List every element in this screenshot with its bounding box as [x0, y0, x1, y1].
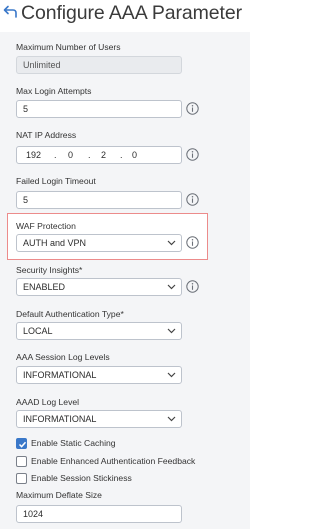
default-auth-select[interactable]: LOCAL	[16, 322, 182, 340]
default-auth-label: Default Authentication Type*	[16, 309, 124, 319]
ip-octet-4[interactable]: 0	[132, 147, 137, 163]
ip-octet-1[interactable]: 192	[26, 147, 41, 163]
ip-dot: .	[88, 150, 91, 160]
insights-label: Security Insights*	[16, 265, 83, 275]
aaad-log-value: INFORMATIONAL	[23, 414, 97, 424]
aaa-session-log-select[interactable]: INFORMATIONAL	[16, 366, 182, 384]
info-icon[interactable]	[186, 148, 199, 161]
max-login-label: Max Login Attempts	[16, 86, 92, 96]
info-icon[interactable]	[186, 236, 199, 249]
chevron-down-icon	[167, 416, 176, 422]
session-stickiness-label[interactable]: Enable Session Stickiness	[31, 473, 132, 483]
chevron-down-icon	[167, 284, 176, 290]
waf-select[interactable]: AUTH and VPN	[16, 234, 182, 252]
enhanced-auth-feedback-checkbox[interactable]	[16, 456, 27, 467]
aaa-session-log-value: INFORMATIONAL	[23, 370, 97, 380]
chevron-down-icon	[167, 372, 176, 378]
aaa-session-log-label: AAA Session Log Levels	[16, 352, 110, 362]
failed-timeout-input[interactable]: 5	[16, 191, 182, 209]
max-users-label: Maximum Number of Users	[16, 42, 121, 52]
session-stickiness-checkbox[interactable]	[16, 473, 27, 484]
max-users-field: Unlimited	[16, 56, 182, 74]
ip-dot: .	[54, 150, 57, 160]
insights-select[interactable]: ENABLED	[16, 278, 182, 296]
waf-value: AUTH and VPN	[23, 238, 87, 248]
waf-label: WAF Protection	[16, 221, 76, 231]
info-icon[interactable]	[186, 280, 199, 293]
info-icon[interactable]	[186, 102, 199, 115]
ip-octet-2[interactable]: 0	[68, 147, 73, 163]
info-icon[interactable]	[186, 193, 199, 206]
ip-octet-3[interactable]: 2	[101, 147, 106, 163]
nat-ip-label: NAT IP Address	[16, 130, 77, 140]
back-arrow-icon[interactable]	[2, 4, 18, 22]
failed-timeout-label: Failed Login Timeout	[16, 176, 96, 186]
chevron-down-icon	[167, 240, 176, 246]
static-caching-label[interactable]: Enable Static Caching	[31, 438, 116, 448]
insights-value: ENABLED	[23, 282, 66, 292]
ip-dot: .	[120, 150, 123, 160]
static-caching-checkbox[interactable]	[16, 438, 27, 449]
page-title: Configure AAA Parameter	[21, 2, 242, 24]
max-login-input[interactable]: 5	[16, 100, 182, 118]
aaad-log-label: AAAD Log Level	[16, 397, 80, 407]
aaad-log-select[interactable]: INFORMATIONAL	[16, 410, 182, 428]
nat-ip-input[interactable]: 192 . 0 . 2 . 0	[16, 146, 182, 164]
page-header: Configure AAA Parameter	[0, 0, 250, 26]
max-deflate-input[interactable]: 1024	[16, 505, 182, 523]
checkmark-icon	[18, 441, 27, 448]
chevron-down-icon	[167, 328, 176, 334]
max-deflate-label: Maximum Deflate Size	[16, 490, 102, 500]
default-auth-value: LOCAL	[23, 326, 53, 336]
enhanced-auth-feedback-label[interactable]: Enable Enhanced Authentication Feedback	[31, 456, 195, 466]
